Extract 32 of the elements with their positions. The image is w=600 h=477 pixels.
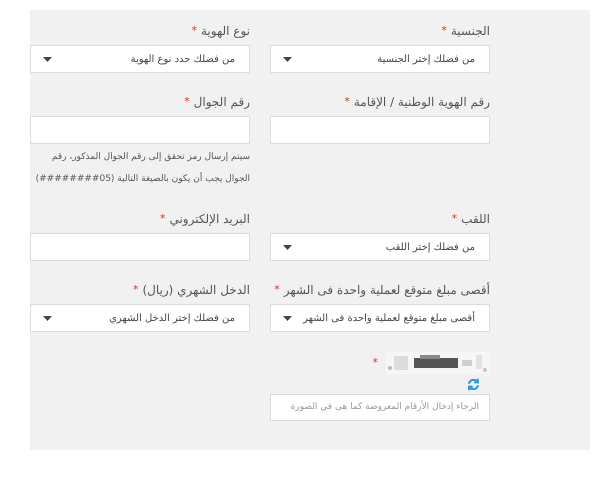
field-label: اللقب — [461, 211, 490, 228]
caret-icon — [283, 56, 292, 62]
field-label: رقم الهوية الوطنية / الإقامة — [354, 94, 490, 111]
dropdown[interactable]: من فضلك إختر الدخل الشهري — [30, 304, 250, 332]
hint-text: سيتم إرسال رمز تحقق إلى رقم الجوال المذكور، رقم الجوال يجب أن يكون بالصيغة التالية (05########) — [34, 151, 250, 186]
caret-icon — [283, 244, 292, 250]
required-mark: * — [184, 94, 190, 110]
caret-icon — [43, 316, 52, 320]
required-mark: * — [372, 354, 378, 371]
field-label: البريد الإلكتروني — [169, 211, 250, 228]
field-label: الدخل الشهري (ريال) — [142, 282, 250, 299]
dropdown[interactable]: من فضلك حدد نوع الهوية — [30, 45, 250, 73]
required-mark: * — [344, 94, 350, 110]
field-label: نوع الهوية — [200, 23, 250, 40]
field-label: الجنسية — [450, 23, 490, 40]
dropdown[interactable]: من فضلك إختر الجنسية — [270, 45, 490, 73]
required-mark: * — [274, 282, 280, 298]
required-mark: * — [160, 210, 166, 227]
input-field[interactable] — [30, 233, 250, 261]
caret-icon — [43, 56, 52, 62]
required-mark: * — [191, 22, 197, 39]
required-mark: * — [452, 210, 458, 227]
input-field[interactable] — [30, 116, 250, 144]
input-field[interactable] — [270, 116, 490, 144]
refresh-icon[interactable] — [467, 378, 480, 390]
field-label: أقصى مبلغ متوقع لعملية واحدة فى الشهر — [284, 281, 490, 299]
required-mark: * — [441, 22, 447, 39]
dropdown[interactable]: من فضلك إختر اللقب — [270, 233, 490, 261]
field-label: رقم الجوال — [194, 94, 250, 111]
dropdown[interactable]: أقصى مبلغ متوقع لعملية واحدة فى الشهر — [270, 304, 490, 332]
required-mark: * — [132, 282, 138, 298]
caret-icon — [283, 316, 292, 320]
